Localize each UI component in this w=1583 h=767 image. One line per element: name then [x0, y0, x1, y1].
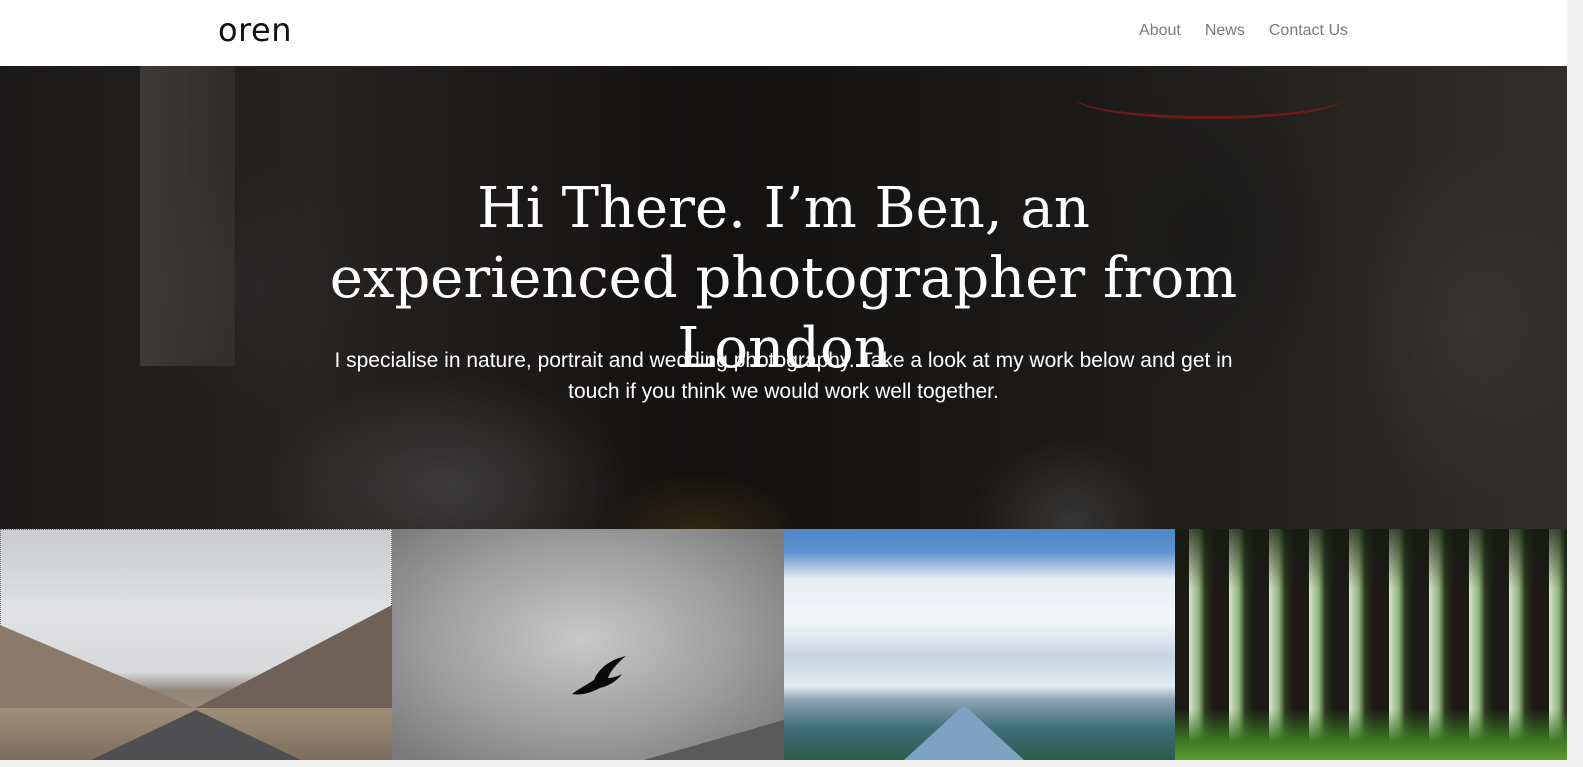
photo-road	[90, 710, 301, 760]
nav-link-news[interactable]: News	[1205, 21, 1245, 41]
photo-lake	[903, 705, 1024, 760]
site-header: oren About News Contact Us	[0, 0, 1567, 66]
gallery-photo-bird[interactable]: bird-in-clouds	[391, 529, 784, 760]
photo-gallery: mountain-road bird-in-clouds fjord-lake …	[0, 529, 1567, 760]
gallery-photo-fjord[interactable]: fjord-lake	[783, 529, 1176, 760]
gallery-photo-id: bird-in-clouds	[392, 529, 393, 530]
hero-subtitle: I specialise in nature, portrait and wed…	[334, 349, 1233, 403]
main-nav: About News Contact Us	[1139, 21, 1348, 41]
site-logo[interactable]: oren	[218, 8, 292, 52]
nav-link-about[interactable]: About	[1139, 21, 1181, 41]
photo-canopy	[1175, 529, 1567, 589]
bird-silhouette-icon	[571, 656, 626, 695]
photo-mountain	[643, 720, 784, 760]
gallery-photo-id: fjord-lake	[784, 529, 785, 530]
photo-hill-left	[0, 625, 200, 710]
gallery-photo-id: mountain-road	[0, 529, 1, 530]
gallery-photo-mountain-road[interactable]: mountain-road	[0, 529, 392, 760]
photo-hill-right	[191, 605, 392, 710]
nav-link-contact[interactable]: Contact Us	[1269, 21, 1348, 41]
gallery-photo-forest[interactable]: pine-forest	[1175, 529, 1567, 760]
hero-banner: Hi There. I’m Ben, an experienced photog…	[0, 66, 1567, 529]
